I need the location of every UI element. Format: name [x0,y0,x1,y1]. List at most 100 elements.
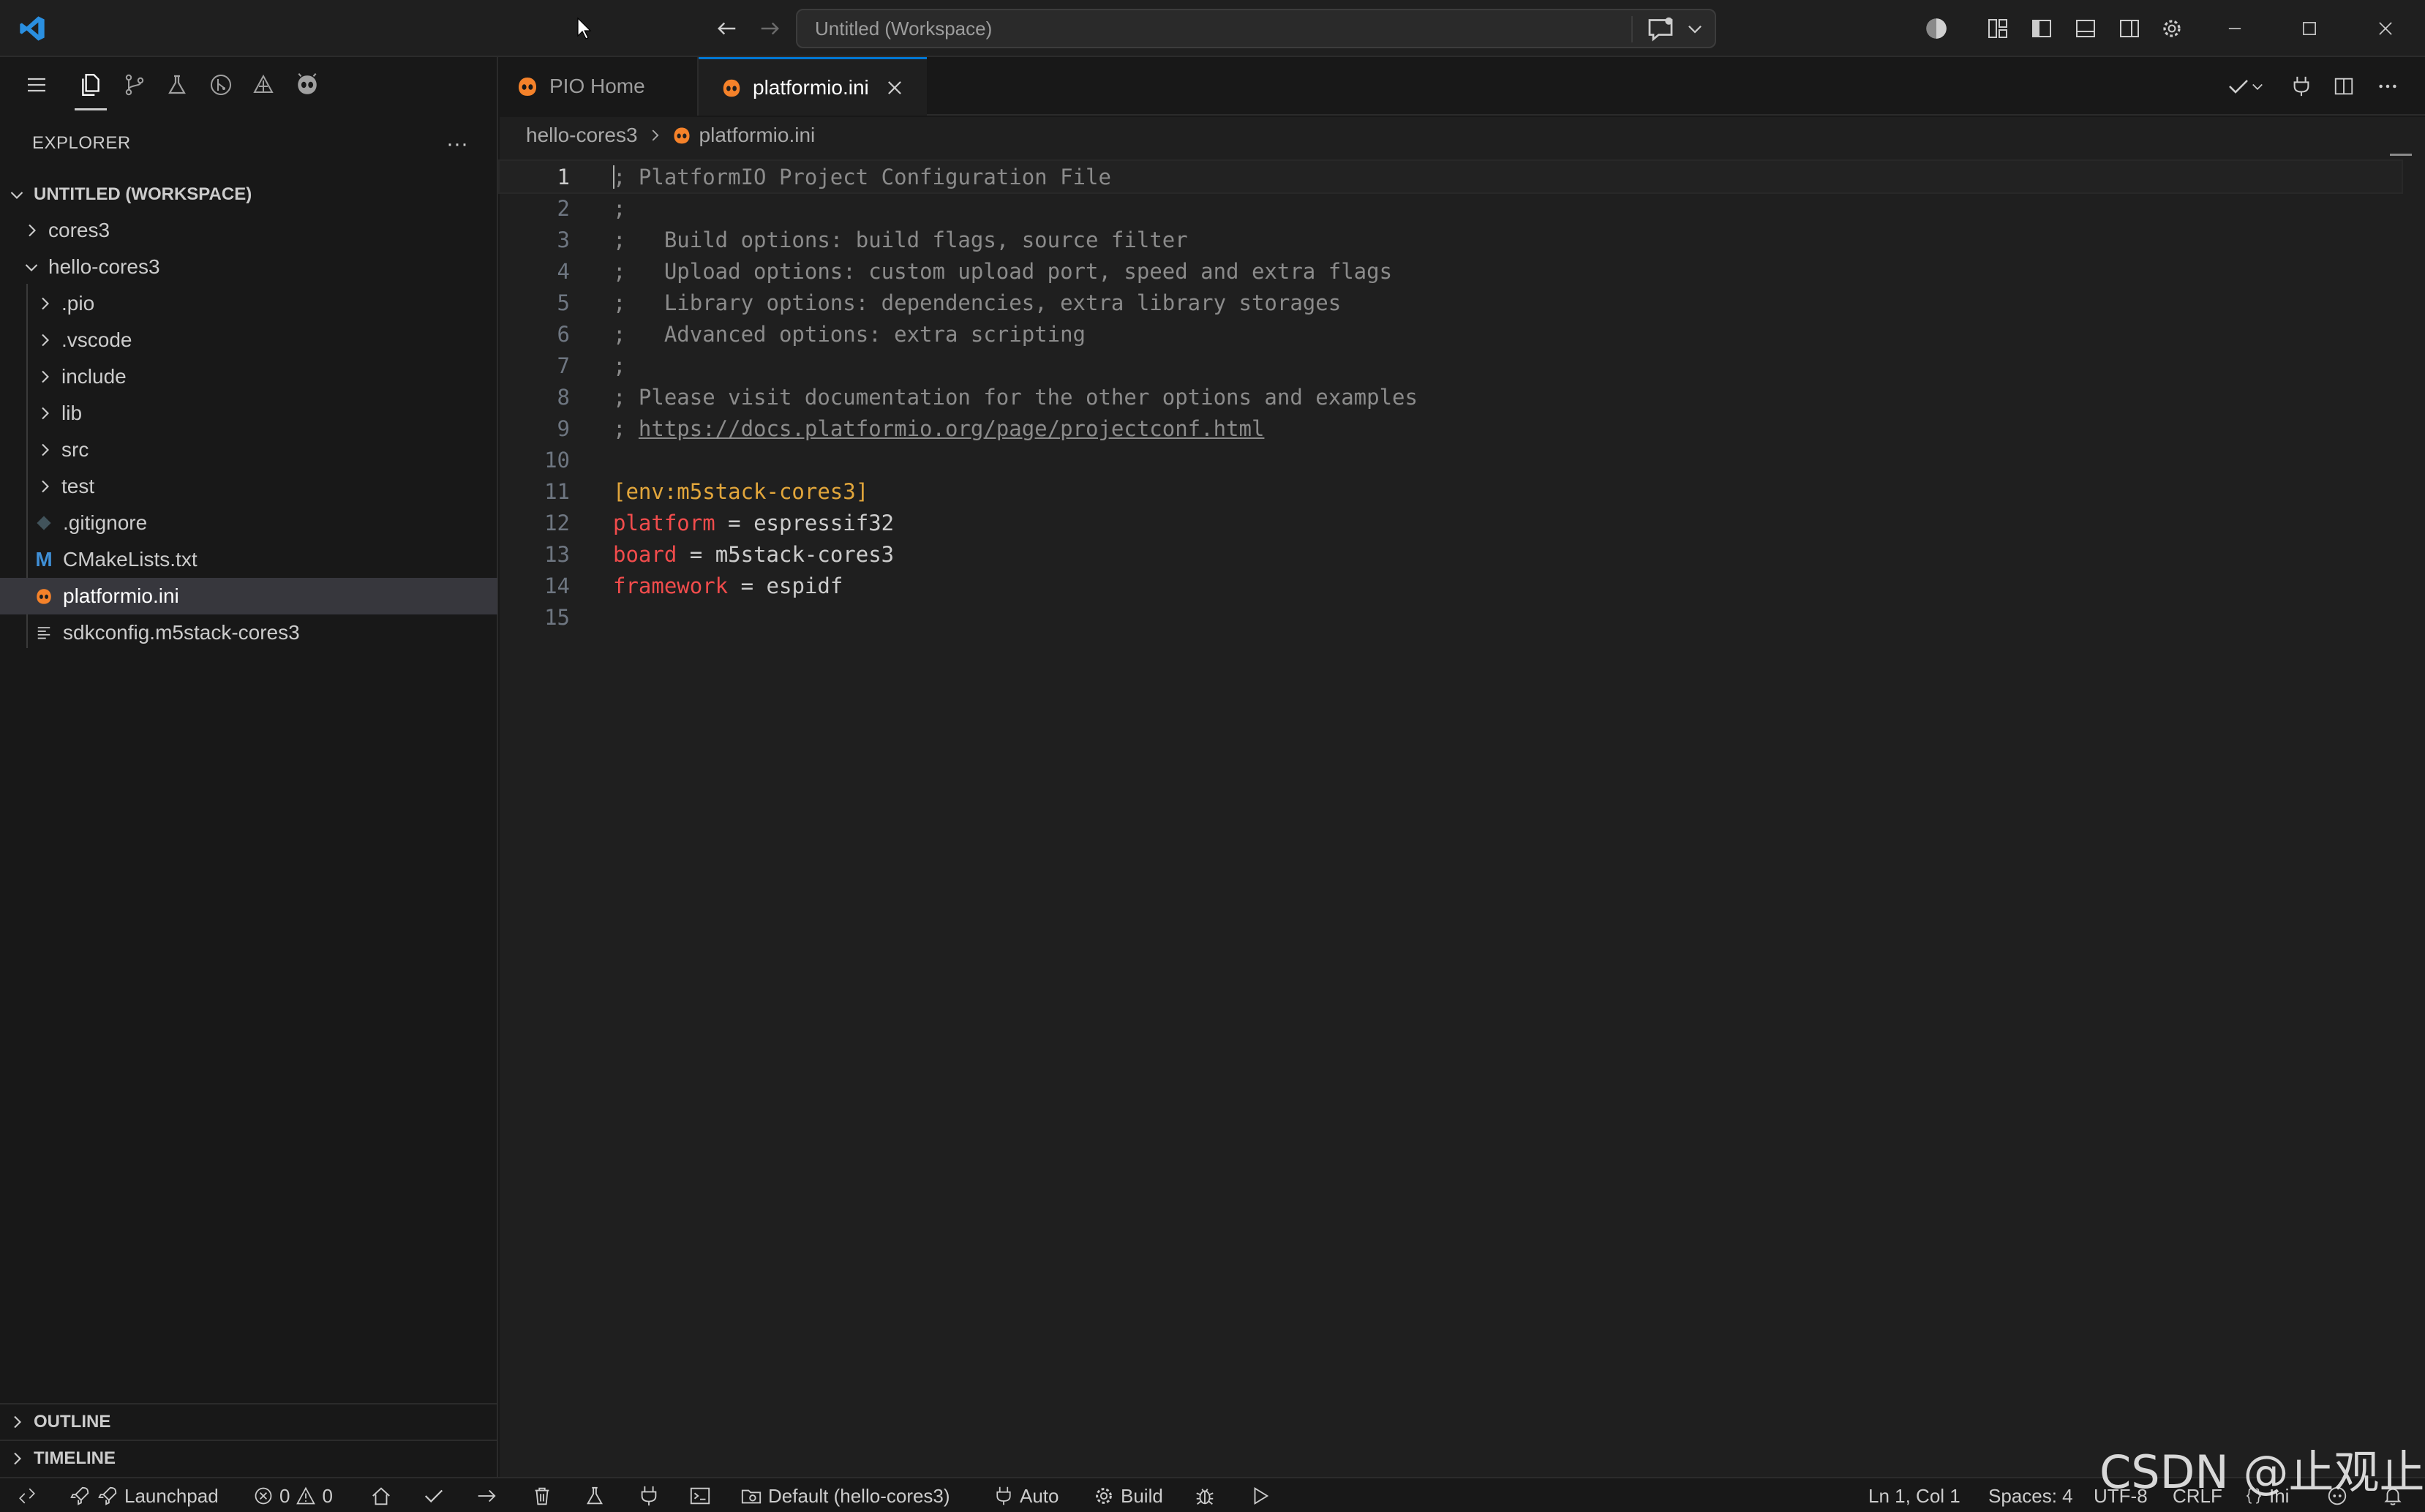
platformio-icon [516,75,539,98]
breadcrumb-file[interactable]: platformio.ini [699,124,816,147]
outline-section-header[interactable]: OUTLINE [0,1403,497,1440]
command-center-search[interactable]: Untitled (Workspace) [796,9,1716,48]
code-line[interactable]: 4 ; Upload options: custom upload port, s… [500,255,2402,287]
code-line[interactable]: 5 ; Library options: dependencies, extra … [500,287,2402,318]
platformio-alien-icon[interactable] [287,64,328,105]
explorer-more-actions-icon[interactable]: ··· [446,132,468,157]
cursor-position[interactable]: Ln 1, Col 1 [1868,1478,1960,1512]
line-number: 13 [544,541,570,567]
tab-pio-home[interactable]: PIO Home [500,57,699,116]
launchpad-item[interactable]: Launchpad [69,1478,219,1512]
pio-clean-trash-icon[interactable] [531,1478,553,1512]
tree-file-sdkconfig[interactable]: sdkconfig.m5stack-cores3 [0,614,497,651]
indentation-item[interactable]: Spaces: 4 [1988,1478,2073,1512]
tree-file-platformio-ini[interactable]: platformio.ini [0,578,497,614]
back-arrow-icon[interactable] [711,0,743,57]
tree-folder-test[interactable]: test [0,468,497,505]
code-line[interactable]: 11 [env:m5stack-cores3] [500,475,2402,507]
env-folder-icon [740,1485,762,1507]
workspace-section-header[interactable]: UNTITLED (WORKSPACE) [0,180,497,209]
gear-icon [1093,1485,1115,1507]
explorer-files-icon[interactable] [70,64,111,105]
maximize-icon[interactable] [2291,0,2328,57]
port-auto-item[interactable]: Auto [993,1478,1059,1512]
source-control-icon[interactable] [114,64,155,105]
timeline-section-header[interactable]: TIMELINE [0,1440,497,1476]
toggle-secondary-sidebar-icon[interactable] [2111,0,2148,57]
pio-home-icon[interactable] [370,1478,392,1512]
code-line[interactable]: 8 ; Please visit documentation for the ot… [500,381,2402,413]
problems-item[interactable]: 0 0 [253,1478,333,1512]
code-link[interactable]: https://docs.platformio.org/page/project… [639,416,1265,441]
minimize-icon[interactable] [2217,0,2253,57]
run-play-icon[interactable] [1249,1478,1271,1512]
code-line[interactable]: 6 ; Advanced options: extra scripting [500,318,2402,350]
chevron-right-icon [7,1413,26,1432]
settings-gear-icon[interactable] [2154,0,2190,57]
build-item[interactable]: Build [1093,1478,1163,1512]
code-line[interactable]: 14 framework = espidf [500,570,2402,601]
tree-folder-cores3[interactable]: cores3 [0,212,497,249]
gitlens-icon[interactable] [200,64,241,105]
code-text: framework = espidf [613,573,843,598]
code-line[interactable]: 1 ; PlatformIO Project Configuration File [498,159,2403,194]
warning-icon [296,1486,316,1506]
code-line[interactable]: 13 board = m5stack-cores3 [500,538,2402,570]
toggle-primary-sidebar-icon[interactable] [2023,0,2060,57]
code-line[interactable]: 10 [500,444,2402,475]
tree-file-cmakelists[interactable]: M CMakeLists.txt [0,541,497,578]
tree-label: sdkconfig.m5stack-cores3 [63,621,300,644]
remote-indicator-icon[interactable] [18,1478,37,1512]
copilot-icon[interactable] [1918,0,1955,57]
tree-folder-pio[interactable]: .pio [0,285,497,322]
split-editor-icon[interactable] [2326,57,2362,116]
debug-bug-icon[interactable] [1194,1478,1216,1512]
forward-arrow-icon[interactable] [753,0,786,57]
code-text: ; Library options: dependencies, extra l… [613,290,1341,315]
code-line[interactable]: 7; [500,350,2402,381]
chevron-right-icon [7,1449,26,1468]
code-line[interactable]: 12 platform = espressif32 [500,507,2402,538]
code-line[interactable]: 3 ; Build options: build flags, source fi… [500,224,2402,255]
pio-test-flask-icon[interactable] [584,1478,606,1512]
customize-layout-icon[interactable] [1980,0,2016,57]
pio-upload-plug-icon[interactable] [2283,57,2320,116]
close-tab-icon[interactable] [885,78,904,97]
pio-terminal-icon[interactable] [689,1478,711,1512]
chevron-down-icon[interactable] [1685,19,1704,38]
launchpad-label: Launchpad [124,1484,219,1507]
tree-file-gitignore[interactable]: .gitignore [0,505,497,541]
tree-label: hello-cores3 [48,255,160,278]
code-line[interactable]: 15 [500,601,2402,633]
tab-platformio-ini[interactable]: platformio.ini [699,57,927,116]
pio-serial-monitor-plug-icon[interactable] [638,1478,660,1512]
menu-hamburger-icon[interactable] [16,64,57,105]
cursor-position-label: Ln 1, Col 1 [1868,1484,1960,1507]
tree-folder-src[interactable]: src [0,432,497,468]
project-env-item[interactable]: Default (hello-cores3) [740,1478,950,1512]
tree-folder-vscode[interactable]: .vscode [0,322,497,358]
code-token: platform [613,510,715,535]
deploy-icon[interactable] [243,64,284,105]
code-editor[interactable]: 1 ; PlatformIO Project Configuration File… [498,154,2425,1477]
lines-icon [34,623,54,643]
chat-icon[interactable] [1646,15,1675,44]
toggle-panel-icon[interactable] [2067,0,2104,57]
code-line[interactable]: 2; [500,192,2402,224]
more-actions-icon[interactable] [2369,57,2406,116]
scrollbar-position-marker [2390,154,2412,156]
code-text: [env:m5stack-cores3] [613,479,868,504]
close-window-icon[interactable] [2367,0,2404,57]
pio-build-check-icon[interactable] [423,1478,445,1512]
tree-folder-include[interactable]: include [0,358,497,395]
line-number: 7 [557,353,570,378]
testing-flask-icon[interactable] [157,64,198,105]
breadcrumb-folder[interactable]: hello-cores3 [526,124,638,147]
pio-build-check-icon[interactable] [2220,57,2271,116]
code-line[interactable]: 9; https://docs.platformio.org/page/proj… [500,413,2402,444]
pio-upload-arrow-icon[interactable] [475,1478,497,1512]
code-text: ; https://docs.platformio.org/page/proje… [613,416,1264,441]
tree-folder-lib[interactable]: lib [0,395,497,432]
tree-folder-hello-cores3[interactable]: hello-cores3 [0,249,497,285]
text-cursor [613,165,614,189]
